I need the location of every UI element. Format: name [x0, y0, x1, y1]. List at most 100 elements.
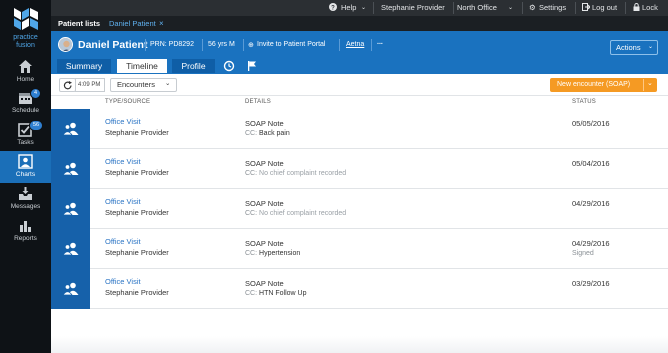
chief-complaint-value: Back pain	[259, 130, 290, 137]
svg-text:?: ?	[331, 5, 335, 11]
chief-complaint-value: No chief complaint recorded	[259, 170, 347, 177]
close-tab-icon[interactable]: ×	[159, 16, 164, 31]
nav-tasks[interactable]: 56 Tasks	[0, 119, 51, 151]
chief-complaint-value: HTN Follow Up	[259, 290, 307, 297]
history-clock-icon[interactable]	[223, 60, 235, 72]
patient-header: Daniel Patient PRN: PD8292 56 yrs M ⊕ In…	[51, 31, 668, 74]
actions-button[interactable]: Actions ⌄	[610, 40, 658, 55]
patient-name: Daniel Patient	[78, 39, 148, 51]
encounter-type-link[interactable]: Office Visit	[105, 117, 141, 126]
chief-complaint: CC: No chief complaint recorded	[245, 210, 346, 217]
chief-complaint: CC: Back pain	[245, 130, 290, 137]
chief-complaint-value: Hypertension	[259, 250, 301, 257]
encounter-type-icon	[51, 189, 90, 229]
chief-complaint-label: CC:	[245, 210, 258, 217]
tab-patient-lists[interactable]: Patient lists	[58, 16, 100, 31]
insurance-link[interactable]: Aetna	[346, 41, 364, 48]
new-encounter-button[interactable]: New encounter (SOAP) ⌄	[550, 78, 657, 92]
nav-reports[interactable]: Reports	[0, 215, 51, 247]
nav-schedule[interactable]: 4 Schedule	[0, 87, 51, 119]
tab-timeline[interactable]: Timeline	[117, 59, 167, 73]
people-icon	[63, 122, 79, 135]
left-navigation: practice fusion Home 4 Schedule 56 Tasks	[0, 0, 51, 353]
column-type-source[interactable]: TYPE/SOURCE	[105, 99, 150, 105]
chevron-down-icon: ⌄	[648, 44, 654, 50]
help-chevron-icon[interactable]: ⌄	[361, 0, 366, 16]
people-icon	[63, 242, 79, 255]
plus-circle-icon[interactable]: ⊕	[248, 41, 254, 49]
chief-complaint-label: CC:	[245, 170, 258, 177]
chevron-down-icon: ⌄	[165, 80, 171, 87]
last-refreshed-time: 4:09 PM	[75, 78, 105, 92]
nav-charts[interactable]: Charts	[0, 151, 51, 183]
invite-portal-link[interactable]: Invite to Patient Portal	[257, 41, 325, 48]
divider	[373, 2, 374, 14]
encounter-date: 05/04/2016	[572, 159, 610, 168]
logout-link[interactable]: Log out	[592, 0, 617, 16]
settings-gear-icon[interactable]: ⚙	[529, 0, 536, 16]
lock-icon[interactable]	[633, 0, 640, 16]
tab-profile[interactable]: Profile	[172, 59, 215, 73]
divider	[339, 39, 340, 51]
encounter-note-type: SOAP Note	[245, 159, 284, 168]
encounter-provider: Stephanie Provider	[105, 288, 169, 297]
home-icon	[19, 60, 32, 73]
chief-complaint-label: CC:	[245, 290, 258, 297]
bar-chart-icon	[20, 221, 31, 232]
divider	[145, 39, 146, 51]
logout-icon[interactable]	[582, 0, 591, 16]
chief-complaint: CC: No chief complaint recorded	[245, 170, 346, 177]
divider	[522, 2, 523, 14]
lock-link[interactable]: Lock	[642, 0, 658, 16]
encounter-date: 04/29/2016	[572, 239, 610, 248]
encounter-note-type: SOAP Note	[245, 239, 284, 248]
flag-icon[interactable]	[246, 60, 258, 72]
encounter-type-icon	[51, 229, 90, 269]
encounter-note-type: SOAP Note	[245, 199, 284, 208]
table-row[interactable]: Office Visit Stephanie Provider SOAP Note C…	[51, 229, 668, 269]
encounter-type-link[interactable]: Office Visit	[105, 277, 141, 286]
nav-tasks-label: Tasks	[17, 139, 34, 146]
avatar[interactable]	[58, 37, 73, 52]
chief-complaint-label: CC:	[245, 130, 258, 137]
chief-complaint-label: CC:	[245, 250, 258, 257]
column-details[interactable]: DETAILS	[245, 99, 271, 105]
schedule-badge: 4	[30, 88, 42, 99]
encounter-status: Signed	[572, 250, 594, 257]
encounter-filter-value: Encounters	[117, 80, 155, 89]
encounter-provider: Stephanie Provider	[105, 128, 169, 137]
encounter-date: 04/29/2016	[572, 199, 610, 208]
table-row[interactable]: Office Visit Stephanie Provider SOAP Note C…	[51, 109, 668, 149]
tab-summary[interactable]: Summary	[57, 59, 111, 73]
people-icon	[63, 202, 79, 215]
nav-home[interactable]: Home	[0, 56, 51, 88]
help-icon[interactable]: ?	[329, 0, 337, 16]
encounter-type-icon	[51, 109, 90, 149]
provider-name[interactable]: Stephanie Provider	[381, 0, 445, 16]
encounter-type-link[interactable]: Office Visit	[105, 197, 141, 206]
encounter-type-link[interactable]: Office Visit	[105, 157, 141, 166]
tab-daniel-patient[interactable]: Daniel Patient	[109, 16, 156, 31]
practice-fusion-logo[interactable]	[12, 6, 40, 32]
divider	[453, 2, 454, 14]
office-chevron-icon[interactable]: ⌄	[508, 0, 513, 16]
more-options-icon[interactable]: ...	[377, 39, 383, 46]
help-menu[interactable]: Help	[341, 0, 356, 16]
encounter-date: 03/29/2016	[572, 279, 610, 288]
table-row[interactable]: Office Visit Stephanie Provider SOAP Note C…	[51, 189, 668, 229]
column-status[interactable]: STATUS	[572, 99, 596, 105]
office-name[interactable]: North Office	[457, 0, 497, 16]
encounter-type-link[interactable]: Office Visit	[105, 237, 141, 246]
chevron-down-icon[interactable]: ⌄	[647, 77, 653, 91]
nav-charts-label: Charts	[15, 171, 36, 178]
table-row[interactable]: Office Visit Stephanie Provider SOAP Note C…	[51, 269, 668, 309]
person-icon	[18, 154, 33, 169]
nav-reports-label: Reports	[14, 235, 37, 242]
divider	[371, 39, 372, 51]
settings-link[interactable]: Settings	[539, 0, 566, 16]
inbox-icon	[19, 187, 32, 200]
nav-messages[interactable]: Messages	[0, 183, 51, 215]
encounter-filter-select[interactable]: Encounters ⌄	[110, 78, 177, 92]
refresh-button[interactable]	[59, 78, 76, 92]
table-row[interactable]: Office Visit Stephanie Provider SOAP Note C…	[51, 149, 668, 189]
